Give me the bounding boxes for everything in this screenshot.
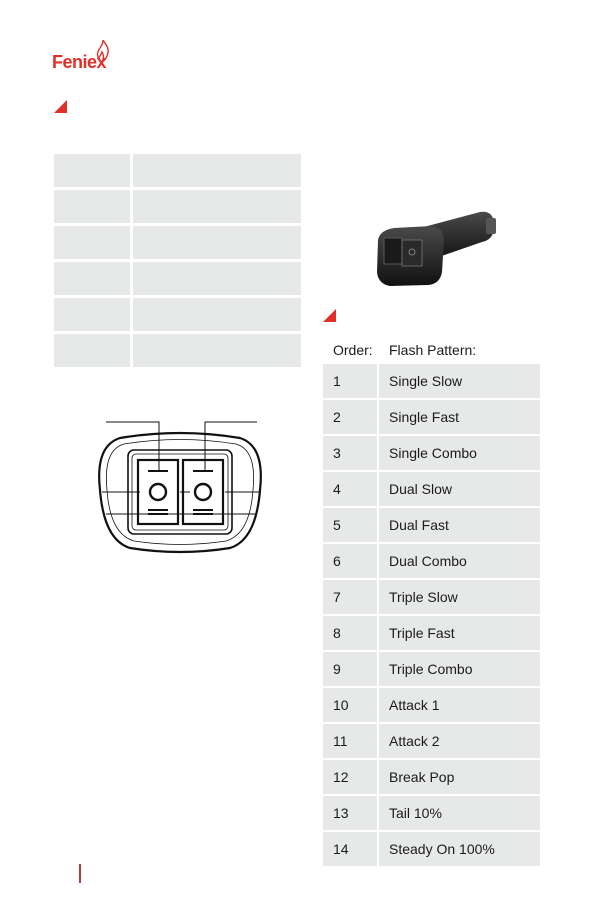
order-cell: 4 <box>323 472 379 506</box>
pattern-cell: Steady On 100% <box>389 841 495 857</box>
table-row: 10 Attack 1 <box>323 688 540 722</box>
pattern-cell: Single Combo <box>389 445 477 461</box>
table-row: 7 Triple Slow <box>323 580 540 614</box>
flash-pattern-table: Order: Flash Pattern: 1 Single Slow 2 Singl… <box>323 336 540 868</box>
table-cell <box>133 154 301 187</box>
table-cell <box>54 298 130 331</box>
pattern-cell: Tail 10% <box>389 805 442 821</box>
table-row: 1 Single Slow <box>323 364 540 398</box>
flame-icon <box>96 40 109 62</box>
pattern-cell: Single Fast <box>389 409 460 425</box>
table-cell <box>54 190 130 223</box>
pattern-cell: Triple Slow <box>389 589 458 605</box>
table-header: Order: Flash Pattern: <box>323 336 540 364</box>
pattern-cell: Dual Slow <box>389 481 453 497</box>
table-row: 6 Dual Combo <box>323 544 540 578</box>
pattern-cell: Attack 2 <box>389 733 440 749</box>
table-row: 8 Triple Fast <box>323 616 540 650</box>
header-order: Order: <box>333 342 373 358</box>
order-cell: 11 <box>323 724 379 758</box>
table-row: 5 Dual Fast <box>323 508 540 542</box>
table-cell <box>133 226 301 259</box>
pattern-cell: Dual Fast <box>389 517 449 533</box>
table-cell <box>54 154 130 187</box>
table-cell <box>133 334 301 367</box>
table-row: 12 Break Pop <box>323 760 540 794</box>
header-flash-pattern: Flash Pattern: <box>389 342 477 358</box>
order-cell: 6 <box>323 544 379 578</box>
table-row <box>54 298 301 331</box>
table-cell <box>133 298 301 331</box>
order-cell: 2 <box>323 400 379 434</box>
order-cell: 5 <box>323 508 379 542</box>
table-row <box>54 262 301 295</box>
order-cell: 3 <box>323 436 379 470</box>
pattern-cell: Single Slow <box>389 373 463 389</box>
spec-table <box>54 154 301 370</box>
table-row: 2 Single Fast <box>323 400 540 434</box>
pattern-cell: Triple Combo <box>389 661 473 677</box>
table-row: 3 Single Combo <box>323 436 540 470</box>
table-cell <box>54 262 130 295</box>
pattern-cell: Triple Fast <box>389 625 455 641</box>
order-cell: 12 <box>323 760 379 794</box>
page-footer-marker <box>79 864 81 883</box>
table-row: 11 Attack 2 <box>323 724 540 758</box>
table-row <box>54 154 301 187</box>
table-row: 4 Dual Slow <box>323 472 540 506</box>
table-cell <box>54 226 130 259</box>
order-cell: 7 <box>323 580 379 614</box>
feniex-logo: Feniex <box>52 40 114 74</box>
table-row: 13 Tail 10% <box>323 796 540 830</box>
table-row <box>54 190 301 223</box>
section-marker-icon <box>323 309 336 322</box>
table-cell <box>133 262 301 295</box>
table-cell <box>133 190 301 223</box>
pattern-cell: Break Pop <box>389 769 455 785</box>
order-cell: 8 <box>323 616 379 650</box>
order-cell: 10 <box>323 688 379 722</box>
table-cell <box>54 334 130 367</box>
order-cell: 1 <box>323 364 379 398</box>
cigarette-plug-switch-image <box>377 211 496 286</box>
section-marker-icon <box>54 100 67 113</box>
order-cell: 9 <box>323 652 379 686</box>
table-row: 14 Steady On 100% <box>323 832 540 866</box>
order-cell: 14 <box>323 832 379 866</box>
pattern-cell: Dual Combo <box>389 553 467 569</box>
order-cell: 13 <box>323 796 379 830</box>
table-row: 9 Triple Combo <box>323 652 540 686</box>
dual-rocker-switch-diagram <box>98 421 262 554</box>
diagram-leader-lines <box>102 421 260 515</box>
table-row <box>54 334 301 367</box>
table-row <box>54 226 301 259</box>
pattern-cell: Attack 1 <box>389 697 440 713</box>
